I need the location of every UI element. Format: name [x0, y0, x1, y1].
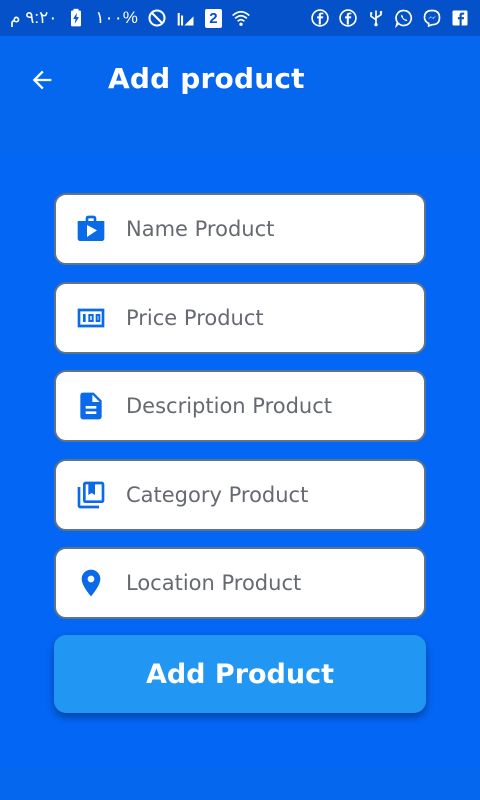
location-product-field[interactable]	[54, 547, 426, 619]
usb-icon	[366, 8, 386, 28]
back-button[interactable]	[26, 64, 58, 96]
name-product-input[interactable]	[126, 195, 424, 263]
facebook-icon	[338, 8, 358, 28]
app-bar: Add product	[0, 36, 480, 152]
status-bar-left: ٩:٢٠ م %١٠٠ 2	[10, 8, 251, 28]
price-product-input[interactable]	[126, 284, 424, 352]
status-bar-right	[310, 8, 470, 28]
money-icon	[74, 301, 108, 335]
do-not-disturb-icon	[147, 8, 167, 28]
library-books-icon	[74, 478, 108, 512]
whatsapp-icon	[394, 8, 414, 28]
status-time: ٩:٢٠ م	[10, 8, 58, 27]
messenger-icon	[422, 8, 442, 28]
category-product-field[interactable]	[54, 459, 426, 531]
location-product-input[interactable]	[126, 549, 424, 617]
battery-charging-icon	[66, 8, 86, 28]
status-bar: ٩:٢٠ م %١٠٠ 2	[0, 0, 480, 36]
sim-badge-number: 2	[209, 9, 218, 27]
bottom-strip	[0, 768, 480, 800]
arrow-back-icon	[28, 66, 56, 94]
category-product-input[interactable]	[126, 461, 424, 529]
add-product-form: Add Product	[0, 152, 480, 768]
signal-icon	[176, 8, 196, 28]
name-product-field[interactable]	[54, 193, 426, 265]
location-pin-icon	[74, 566, 108, 600]
page-title: Add product	[108, 62, 305, 95]
wifi-icon	[231, 8, 251, 28]
sim-icon: 2	[204, 8, 222, 28]
description-product-field[interactable]	[54, 370, 426, 442]
facebook-icon	[310, 8, 330, 28]
status-battery-level: %١٠٠	[95, 8, 138, 27]
facebook-square-icon	[450, 8, 470, 28]
description-product-input[interactable]	[126, 372, 424, 440]
document-icon	[74, 389, 108, 423]
shop-bag-icon	[74, 212, 108, 246]
price-product-field[interactable]	[54, 282, 426, 354]
add-product-button[interactable]: Add Product	[54, 635, 426, 713]
